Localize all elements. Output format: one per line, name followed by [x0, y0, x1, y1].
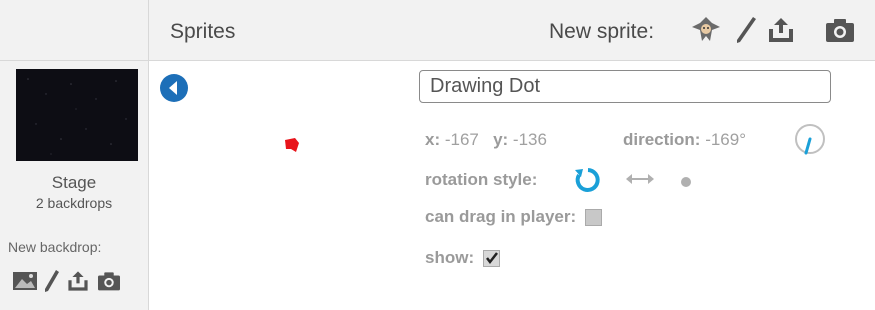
can-drag-checkbox[interactable] [584, 209, 602, 227]
rotation-all-around-button[interactable] [573, 165, 603, 200]
paint-brush-icon [45, 270, 59, 292]
direction-value: -169° [705, 130, 747, 149]
direction-dial[interactable] [794, 123, 826, 160]
upload-sprite-button[interactable] [765, 14, 797, 46]
show-checkbox[interactable] [482, 250, 500, 268]
stage-thumbnail[interactable] [16, 69, 138, 161]
choose-sprite-from-library-button[interactable] [690, 14, 722, 46]
rotation-left-right-button[interactable] [625, 172, 655, 191]
image-library-icon [13, 272, 37, 290]
upload-backdrop-button[interactable] [66, 269, 90, 298]
choose-from-library-icon [692, 17, 720, 41]
y-value: -136 [512, 130, 547, 149]
show-row: show: [425, 248, 500, 268]
paint-brush-icon [737, 17, 756, 43]
x-label: x: [425, 130, 441, 149]
x-value: -167 [444, 130, 479, 149]
can-drag-row: can drag in player: [425, 207, 602, 227]
show-label: show: [425, 248, 475, 267]
sprites-header: Sprites New sprite: [0, 0, 875, 61]
camera-new-backdrop-button[interactable] [96, 270, 122, 297]
camera-icon [98, 272, 120, 291]
direction-label: direction: [623, 130, 701, 149]
new-sprite-label: New sprite: [549, 20, 655, 43]
sprite-costume-icon [285, 138, 299, 152]
y-label: y: [493, 130, 509, 149]
new-backdrop-label: New backdrop: [8, 239, 102, 255]
header-stage-spacer [0, 0, 149, 60]
left-right-arrow-icon [626, 174, 654, 184]
choose-backdrop-from-library-button[interactable] [12, 271, 38, 296]
rotation-dont-rotate-button[interactable] [680, 175, 692, 193]
stage-panel: Stage 2 backdrops New backdrop: [0, 61, 149, 310]
paint-new-sprite-button[interactable] [729, 14, 761, 46]
paint-new-backdrop-button[interactable] [44, 269, 60, 298]
direction-readout: direction: -169° [623, 130, 746, 150]
panel-title: Sprites [170, 20, 236, 43]
rotation-style-label: rotation style: [425, 170, 538, 189]
sprite-thumbnail[interactable] [284, 137, 300, 153]
back-arrow-icon [160, 74, 188, 102]
rotate-icon [575, 168, 600, 192]
can-drag-label: can drag in player: [425, 207, 577, 226]
camera-icon [826, 19, 854, 42]
direction-dial-icon [795, 124, 825, 155]
backdrop-count: 2 backdrops [35, 195, 113, 211]
stage-label: Stage [51, 173, 97, 192]
camera-new-sprite-button[interactable] [824, 14, 856, 46]
upload-icon [769, 18, 793, 42]
dot-icon [681, 177, 691, 187]
upload-icon [68, 271, 88, 291]
sprite-name-input[interactable] [419, 70, 831, 103]
back-button[interactable] [159, 73, 189, 103]
checkmark-icon [485, 252, 498, 265]
position-readout: x: -167 y: -136 [425, 130, 547, 150]
stage-preview [27, 78, 127, 155]
new-backdrop-tools [12, 269, 122, 298]
